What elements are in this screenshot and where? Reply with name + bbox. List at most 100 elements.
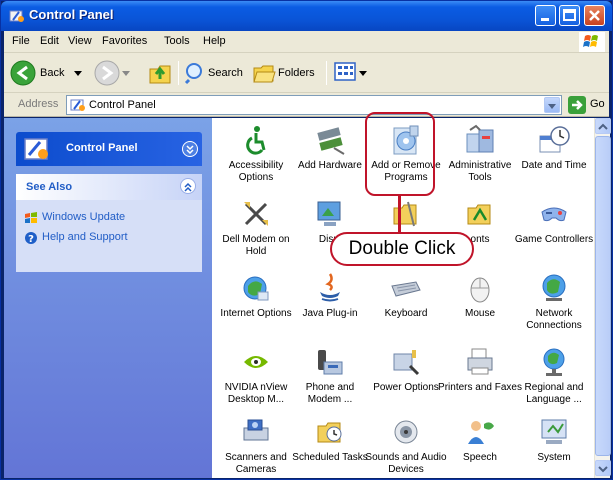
dropdown-arrow-icon[interactable] [74, 69, 82, 77]
title-bar[interactable]: Control Panel [1, 1, 612, 31]
scanners-icon [243, 419, 269, 441]
toolbar-separator [178, 61, 179, 85]
item-label: Scanners and Cameras [225, 452, 287, 475]
item-system[interactable]: System [516, 416, 592, 478]
window-title: Control Panel [29, 7, 114, 22]
dropdown-arrow-icon [359, 71, 367, 76]
search-button[interactable]: Search [184, 57, 246, 89]
see-also-title: See Also [26, 181, 73, 193]
forward-button[interactable] [92, 57, 132, 89]
item-label: Add Hardware [298, 160, 362, 171]
windows-update-link[interactable]: Windows Update [42, 211, 125, 223]
control-panel-panel-header[interactable]: Control Panel [16, 132, 202, 166]
date-time-icon [539, 126, 570, 153]
dropdown-arrow-icon [122, 71, 130, 76]
menu-help[interactable]: Help [203, 35, 226, 47]
folder-options-icon [393, 201, 417, 227]
menu-bar: File Edit View Favorites Tools Help [4, 31, 609, 53]
back-arrow-icon [10, 60, 36, 86]
item-accessibility-options[interactable]: Accessibility Options [218, 124, 294, 186]
item-label: Regional and Language ... [524, 382, 584, 405]
up-folder-icon[interactable] [148, 59, 174, 87]
minimize-button[interactable] [535, 5, 556, 26]
item-label: System [537, 452, 571, 463]
close-button[interactable] [584, 5, 605, 26]
vertical-scrollbar[interactable] [594, 118, 611, 478]
java-icon [320, 273, 340, 302]
printers-icon [467, 348, 493, 375]
callout-connector [398, 196, 401, 232]
scroll-down-button[interactable] [595, 460, 611, 476]
menu-edit[interactable]: Edit [40, 35, 59, 47]
minimize-icon [541, 18, 549, 21]
item-label: Scheduled Tasks [292, 452, 368, 463]
go-button[interactable] [568, 96, 586, 114]
item-label: Java Plug-in [302, 308, 358, 319]
nvidia-icon [244, 356, 268, 368]
views-icon [334, 62, 356, 81]
add-hardware-icon [317, 127, 345, 155]
item-game-controllers[interactable]: Game Controllers [515, 198, 593, 260]
item-label: Phone and Modem ... [305, 382, 355, 405]
item-label: Dell Modem on Hold [222, 234, 290, 257]
panel-title: Control Panel [66, 142, 138, 154]
views-button[interactable] [334, 59, 370, 87]
control-panel-window: Control Panel File Edit View Favorites T… [0, 0, 613, 480]
fonts-icon [467, 204, 491, 225]
item-label: Game Controllers [514, 234, 594, 245]
menu-tools[interactable]: Tools [164, 35, 190, 47]
item-nvidia-nview[interactable]: NVIDIA nView Desktop M... [218, 346, 294, 408]
item-keyboard[interactable]: Keyboard [368, 272, 444, 334]
item-label: Speech [463, 452, 497, 463]
item-printers-and-faxes[interactable]: Printers and Faxes [438, 346, 522, 408]
menu-favorites[interactable]: Favorites [102, 35, 147, 47]
menu-file[interactable]: File [12, 35, 30, 47]
collapse-panel-button[interactable] [182, 141, 198, 157]
item-label: Administrative Tools [448, 160, 512, 183]
address-dropdown-button[interactable] [544, 97, 560, 113]
display-icon [317, 201, 341, 226]
item-scanners-and-cameras[interactable]: Scanners and Cameras [218, 416, 294, 478]
back-label: Back [40, 67, 65, 79]
toolbar-separator [326, 61, 327, 85]
item-regional-and-language[interactable]: Regional and Language ... [516, 346, 592, 408]
double-click-callout: Double Click [330, 232, 474, 266]
item-label: Accessibility Options [228, 160, 284, 183]
go-label[interactable]: Go [590, 98, 605, 110]
system-icon [541, 419, 567, 444]
chevron-down-icon [598, 466, 608, 473]
mouse-icon [470, 277, 490, 303]
back-button[interactable]: Back [8, 57, 90, 89]
item-phone-and-modem[interactable]: Phone and Modem ... [292, 346, 368, 408]
item-mouse[interactable]: Mouse [442, 272, 518, 334]
item-add-hardware[interactable]: Add Hardware [292, 124, 368, 186]
see-also-header[interactable]: See Also [16, 174, 202, 200]
collapse-see-also-button[interactable] [180, 178, 196, 194]
item-java-plug-in[interactable]: Java Plug-in [292, 272, 368, 334]
search-icon [184, 63, 202, 85]
item-power-options[interactable]: Power Options [368, 346, 444, 408]
help-and-support-link[interactable]: Help and Support [42, 231, 128, 243]
item-internet-options[interactable]: Internet Options [218, 272, 294, 334]
item-dell-modem-on-hold[interactable]: Dell Modem on Hold [218, 198, 294, 260]
scroll-thumb[interactable] [595, 136, 611, 456]
address-field[interactable]: Control Panel [66, 95, 562, 115]
item-scheduled-tasks[interactable]: Scheduled Tasks [292, 416, 368, 478]
menu-view[interactable]: View [68, 35, 92, 47]
item-label: Sounds and Audio Devices [365, 452, 447, 475]
folders-label: Folders [278, 67, 315, 79]
item-network-connections[interactable]: Network Connections [516, 272, 592, 334]
network-icon [542, 274, 566, 301]
maximize-button[interactable] [559, 5, 580, 26]
item-sounds-and-audio-devices[interactable]: Sounds and Audio Devices [365, 416, 447, 478]
see-also-panel: See Also Windows Update ? Help and Suppo… [16, 174, 202, 272]
callout-text: Double Click [348, 238, 456, 259]
folders-button[interactable]: Folders [252, 57, 324, 89]
control-panel-icon [9, 10, 24, 22]
scroll-up-button[interactable] [595, 118, 611, 134]
item-administrative-tools[interactable]: Administrative Tools [442, 124, 518, 186]
folders-icon [253, 65, 276, 83]
item-date-and-time[interactable]: Date and Time [516, 124, 592, 186]
svg-text:?: ? [28, 234, 34, 245]
item-speech[interactable]: Speech [442, 416, 518, 478]
